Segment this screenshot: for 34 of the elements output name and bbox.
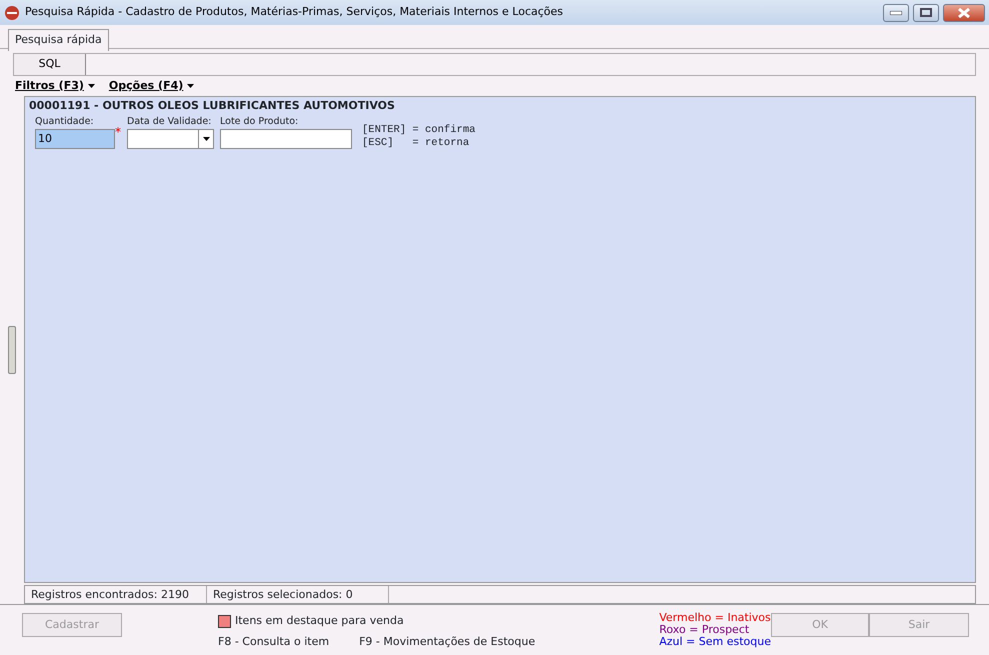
date-field[interactable] [127,128,214,149]
caret-icon[interactable] [187,84,194,88]
required-mark: * [115,128,121,135]
status-text: Registros encontrados: 2190 [25,586,207,603]
shortcut-text: F8 - Consulta o item [218,634,330,650]
maximize-button[interactable] [913,4,939,22]
legend-text: Itens em destaque para venda [235,613,404,629]
field-label: Data de Validade: [127,114,212,128]
close-icon [957,8,971,18]
legend-text: Vermelho = Inativos [659,612,771,624]
menu-button[interactable]: Opções (F4) [108,78,184,94]
field-label: Quantidade: [35,114,94,128]
shortcut-text: F9 - Movimentações de Estoque [359,634,536,650]
input-field[interactable] [220,128,352,149]
maximize-icon [920,8,932,17]
sql-button[interactable]: SQL [14,54,86,75]
input-field[interactable]: 10 [35,128,115,149]
status-text: Registros selecionados: 0 [207,586,389,603]
splitter-handle[interactable] [8,326,16,374]
menu-button[interactable]: Filtros (F3) [15,78,84,94]
minimize-icon [890,10,902,14]
close-button[interactable] [943,4,985,22]
field-label: Lote do Produto: [220,114,298,128]
window-title: Pesquisa Rápida - Cadastro de Produtos, Matérias-Primas, Serviços, Materiais Internos e Locações [25,4,564,20]
tab[interactable]: Pesquisa rápida [8,29,109,50]
shortcut-hint: [ENTER] = confirma [ESC] = retorna [362,124,476,150]
product-title: 00001191 - OUTROS OLEOS LUBRIFICANTES AUTOMOTIVOS [29,98,396,114]
caret-icon[interactable] [88,84,95,88]
minimize-button[interactable] [883,4,909,22]
legend-text: Roxo = Prospect [659,624,750,636]
sql-field[interactable]: SQL [13,53,976,76]
dropdown-icon[interactable] [202,136,210,141]
app-logo-icon [4,4,20,20]
legend-text: Azul = Sem estoque [659,636,771,648]
